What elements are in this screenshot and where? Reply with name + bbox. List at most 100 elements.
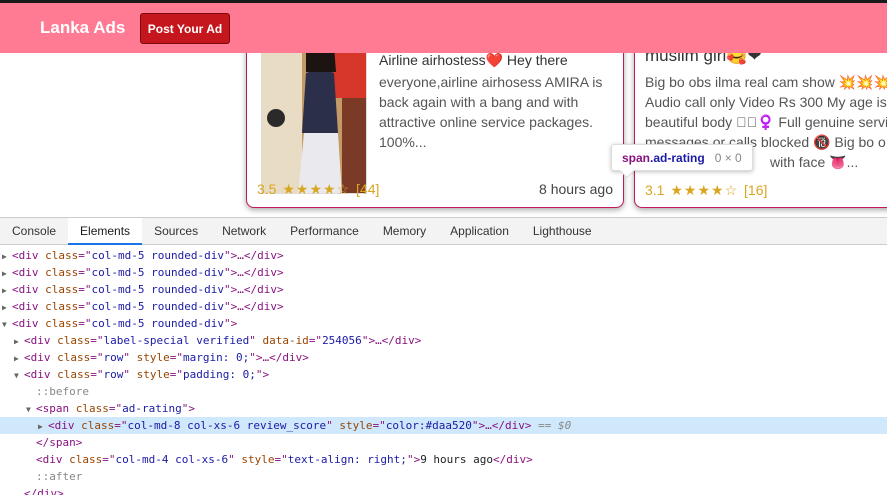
closing-tag: </div> <box>24 487 64 495</box>
tag-name: <span <box>36 402 70 415</box>
attr-name: class <box>69 402 109 415</box>
page-viewport: Airline airhostess❤️ Hey there everyone,… <box>0 0 887 217</box>
tab-application[interactable]: Application <box>438 218 521 244</box>
dom-node-line[interactable]: ▼ <div class="row" style="padding: 0;"> <box>0 366 887 383</box>
attr-quote: =" <box>90 334 104 347</box>
attr-name: style <box>234 453 275 466</box>
tag-close: > <box>230 317 238 330</box>
expand-triangle-icon[interactable]: ▶ <box>2 248 12 265</box>
dom-node-line[interactable]: <div class="col-md-4 col-xs-6" style="te… <box>0 451 887 468</box>
dom-node-line[interactable]: ▶ <div class="col-md-8 col-xs-6 review_sc… <box>0 417 887 434</box>
attr-quote: " <box>223 283 231 296</box>
attr-quote: =" <box>78 300 92 313</box>
attr-quote: " <box>123 351 130 364</box>
attr-name: class <box>50 334 91 347</box>
attr-quote: =" <box>78 266 92 279</box>
closing-tag: </span> <box>36 436 83 449</box>
tag-tail: …</div> <box>237 266 284 279</box>
expand-triangle-icon[interactable]: ▼ <box>26 401 36 418</box>
attr-name: class <box>38 300 79 313</box>
attr-value: row <box>103 351 124 364</box>
tab-elements[interactable]: Elements <box>68 218 143 245</box>
expand-triangle-icon[interactable]: ▼ <box>14 367 24 384</box>
ad-title[interactable]: Airline airhostess❤️ Hey there <box>379 52 568 69</box>
tab-lighthouse[interactable]: Lighthouse <box>521 218 604 244</box>
attr-value: col-md-4 col-xs-6 <box>115 453 229 466</box>
attr-quote: " <box>223 317 231 330</box>
expand-triangle-icon[interactable]: ▶ <box>2 299 12 316</box>
dom-node-line[interactable]: ▶ <div class="col-md-5 rounded-div">…</di… <box>0 298 887 315</box>
rating-value: 3.5 <box>257 181 277 197</box>
navbar: Lanka Ads Post Your Ad <box>0 0 887 53</box>
rating-count: [44] <box>356 181 380 197</box>
attr-name: class <box>50 351 91 364</box>
dom-node-line[interactable]: ▼ <div class="col-md-5 rounded-div"> <box>0 315 887 332</box>
attr-quote: =" <box>114 419 128 432</box>
inspect-tooltip: span .ad-rating 0 × 0 <box>611 144 753 179</box>
tag-name: <div <box>24 351 51 364</box>
expand-triangle-icon[interactable]: ▶ <box>2 282 12 299</box>
dom-node-line[interactable]: ▶ <div class="col-md-5 rounded-div">…</di… <box>0 247 887 264</box>
attr-value: ad-rating <box>122 402 182 415</box>
devtools-panel: Console Elements Sources Network Performance… <box>0 217 887 495</box>
tab-network[interactable]: Network <box>210 218 278 244</box>
attr-value: col-md-5 rounded-div <box>91 317 224 330</box>
attr-value: 254056 <box>322 334 362 347</box>
attr-value: text-align: right; <box>287 453 407 466</box>
tag-tail: …</div> <box>485 419 532 432</box>
tag-name: <div <box>12 300 39 313</box>
attr-quote: " <box>249 351 256 364</box>
tag-tail: </div> <box>493 453 533 466</box>
tag-close: > <box>188 402 195 415</box>
tooltip-dimensions: 0 × 0 <box>714 150 742 165</box>
dom-node-line[interactable]: ::before <box>0 383 887 400</box>
attr-name: style <box>332 419 373 432</box>
tab-memory[interactable]: Memory <box>371 218 438 244</box>
expand-triangle-icon[interactable]: ▶ <box>2 265 12 282</box>
dom-node-line[interactable]: </span> <box>0 434 887 451</box>
tag-tail: …</div> <box>375 334 422 347</box>
attr-value: col-md-8 col-xs-6 review_score <box>127 419 327 432</box>
tab-performance[interactable]: Performance <box>278 218 371 244</box>
dom-node-line[interactable]: ▶ <div class="row" style="margin: 0;">…</… <box>0 349 887 366</box>
tag-name: <div <box>24 334 51 347</box>
attr-name: data-id <box>255 334 309 347</box>
expand-triangle-icon[interactable]: ▶ <box>14 333 24 350</box>
attr-name: class <box>74 419 115 432</box>
attr-value: col-md-5 rounded-div <box>91 300 224 313</box>
attr-quote: =" <box>102 453 116 466</box>
attr-quote: =" <box>169 368 183 381</box>
attr-value: col-md-5 rounded-div <box>91 283 224 296</box>
post-ad-button[interactable]: Post Your Ad <box>140 13 230 44</box>
attr-quote: =" <box>78 283 92 296</box>
devtools-tabbar: Console Elements Sources Network Performance… <box>0 218 887 245</box>
brand-logo[interactable]: Lanka Ads <box>40 18 125 38</box>
dom-node-line[interactable]: ▶ <div class="col-md-5 rounded-div">…</di… <box>0 264 887 281</box>
attr-quote: " <box>123 368 130 381</box>
attr-name: class <box>38 266 79 279</box>
attr-quote: =" <box>308 334 323 347</box>
attr-value: margin: 0; <box>183 351 250 364</box>
pseudo-element: ::before <box>36 385 89 398</box>
tab-sources[interactable]: Sources <box>142 218 210 244</box>
rating-value: 3.1 <box>645 182 665 198</box>
tag-tail: …</div> <box>262 351 309 364</box>
tag-name: <div <box>12 317 39 330</box>
dom-node-line[interactable]: ::after <box>0 468 887 485</box>
expand-triangle-icon[interactable]: ▼ <box>2 316 12 333</box>
expand-triangle-icon[interactable]: ▶ <box>38 418 48 435</box>
star-icons: ★★★★☆ <box>670 182 739 198</box>
dom-node-line[interactable]: ▶ <div class="col-md-5 rounded-div">…</di… <box>0 281 887 298</box>
ad-rating: 3.1 ★★★★☆ [16] <box>645 182 767 199</box>
dom-node-line[interactable]: ▶ <div class="label-special verified" dat… <box>0 332 887 349</box>
attr-quote: " <box>223 266 231 279</box>
tab-console[interactable]: Console <box>0 218 68 244</box>
tag-tail: …</div> <box>237 283 284 296</box>
expand-triangle-icon[interactable]: ▶ <box>14 350 24 367</box>
dom-node-line[interactable]: ▼ <span class="ad-rating"> <box>0 400 887 417</box>
dom-node-line[interactable]: </div> <box>0 485 887 495</box>
attr-value: color:#daa520 <box>385 419 472 432</box>
attr-quote: =" <box>78 317 92 330</box>
ad-thumbnail[interactable] <box>261 37 367 194</box>
rating-count: [16] <box>744 182 768 198</box>
